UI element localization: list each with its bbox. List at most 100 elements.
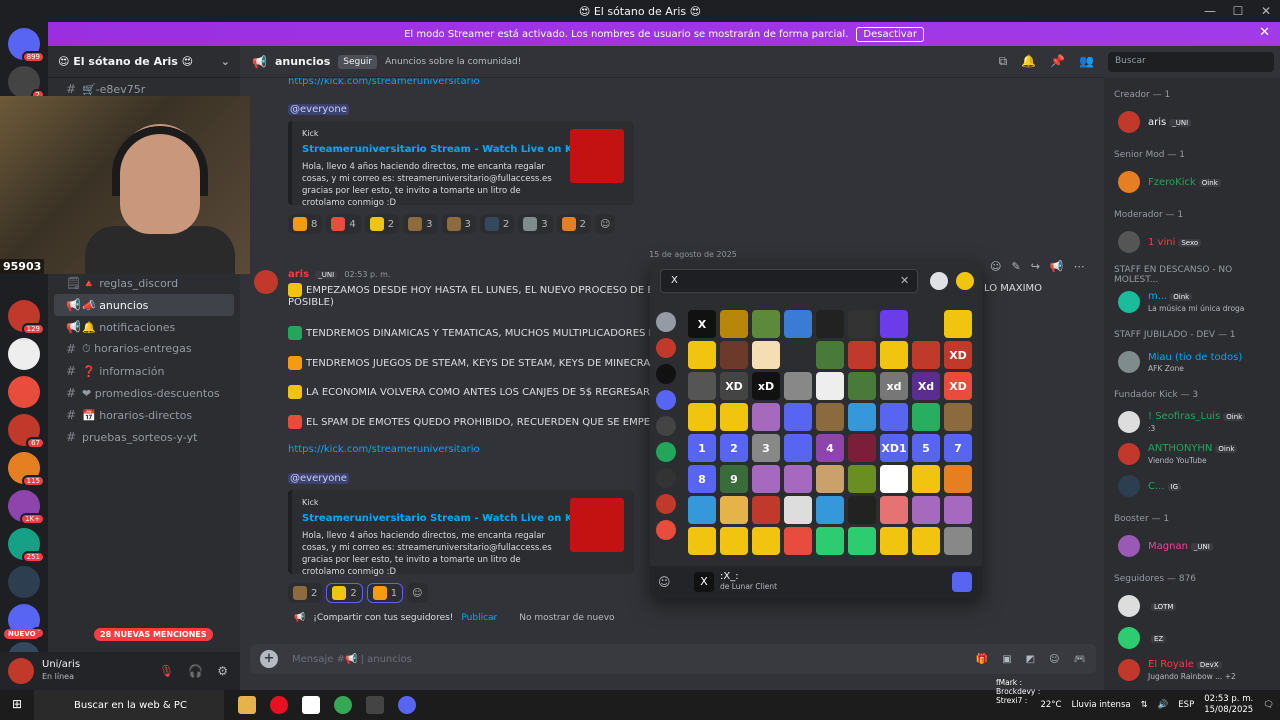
reaction[interactable]: 2 xyxy=(556,214,591,234)
server-emoji-icon[interactable] xyxy=(656,338,676,358)
stream-link[interactable]: https://kick.com/streameruniversitario xyxy=(288,78,480,87)
publish-link[interactable]: Publicar xyxy=(461,613,497,623)
everyone-mention[interactable]: @everyone xyxy=(288,473,349,484)
emoji-button[interactable]: xD xyxy=(752,372,780,400)
emoji-button[interactable] xyxy=(816,465,844,493)
emoji-button[interactable] xyxy=(848,341,876,369)
emoji-button[interactable] xyxy=(784,341,812,369)
member-item[interactable]: C... IG xyxy=(1104,470,1280,502)
emoji-button[interactable] xyxy=(880,496,908,524)
search-input[interactable]: Buscar xyxy=(1108,52,1274,72)
gear-icon[interactable]: ⚙ xyxy=(217,664,228,678)
emoji-button[interactable] xyxy=(880,310,908,338)
emoji-icon[interactable]: ☺ xyxy=(1049,654,1059,665)
dont-show-link[interactable]: No mostrar de nuevo xyxy=(519,613,614,623)
emoji-button[interactable]: 5 xyxy=(912,434,940,462)
members-icon[interactable]: 👥 xyxy=(1079,54,1094,69)
stream-link[interactable]: https://kick.com/streameruniversitario xyxy=(288,444,480,455)
emoji-button[interactable]: XD1 xyxy=(880,434,908,462)
emoji-button[interactable] xyxy=(880,527,908,555)
emoji-button[interactable]: 4 xyxy=(816,434,844,462)
message-author[interactable]: aris xyxy=(288,269,309,280)
emoji-button[interactable]: xd xyxy=(880,372,908,400)
emoji-button[interactable] xyxy=(752,527,780,555)
member-item[interactable]: aris _UNI xyxy=(1104,106,1280,138)
emoji-button[interactable] xyxy=(816,372,844,400)
emoji-button[interactable] xyxy=(784,465,812,493)
gift-icon[interactable]: 🎁 xyxy=(976,654,988,665)
emoji-button[interactable] xyxy=(688,527,716,555)
emoji-button[interactable] xyxy=(784,372,812,400)
publish-icon[interactable]: 📢 xyxy=(1050,260,1064,273)
server-icon[interactable]: 251 xyxy=(8,528,45,563)
language[interactable]: ESP xyxy=(1178,700,1194,710)
hand-icon[interactable] xyxy=(956,272,974,290)
notifications-icon[interactable]: 🗨 xyxy=(1263,700,1274,710)
member-item[interactable]: Magnan _UNI xyxy=(1104,530,1280,562)
channel-item[interactable]: # ⏱ horarios-entregas xyxy=(54,338,234,360)
emoji-button[interactable]: 3 xyxy=(752,434,780,462)
chrome-icon[interactable] xyxy=(334,696,352,714)
everyone-mention[interactable]: @everyone xyxy=(288,104,349,115)
emoji-button[interactable] xyxy=(912,310,940,338)
emoji-button[interactable] xyxy=(944,527,972,555)
emoji-button[interactable] xyxy=(912,496,940,524)
emoji-button[interactable]: 1 xyxy=(688,434,716,462)
emoji-button[interactable] xyxy=(784,434,812,462)
emoji-button[interactable] xyxy=(816,496,844,524)
gif-icon[interactable]: ▣ xyxy=(1002,654,1011,665)
kick-icon[interactable] xyxy=(656,364,676,384)
emoji-button[interactable] xyxy=(752,310,780,338)
mute-icon[interactable]: 🎙 xyxy=(159,664,174,678)
emoji-button[interactable] xyxy=(784,527,812,555)
bell-icon[interactable]: 🔔 xyxy=(1021,54,1036,69)
emoji-button[interactable] xyxy=(720,403,748,431)
clock[interactable]: 02:53 p. m. 15/08/2025 xyxy=(1204,694,1253,716)
member-item[interactable]: Miau (tio de todos) AFK Zone xyxy=(1104,346,1280,378)
follow-button[interactable]: Seguir xyxy=(338,54,378,69)
emoji-button[interactable] xyxy=(784,403,812,431)
emoji-button[interactable]: Xd xyxy=(912,372,940,400)
emoji-button[interactable] xyxy=(848,496,876,524)
server-emoji-icon[interactable] xyxy=(656,468,676,488)
add-reaction-icon[interactable]: ☺ xyxy=(990,260,1001,273)
member-item[interactable]: FzeroKick Oink xyxy=(1104,166,1280,198)
emoji-button[interactable] xyxy=(944,310,972,338)
emoji-button[interactable] xyxy=(720,527,748,555)
reaction[interactable]: 1 xyxy=(366,583,404,603)
emoji-button[interactable] xyxy=(880,341,908,369)
guild-header[interactable]: 😍 El sótano de Aris 😍 ⌄ xyxy=(48,46,240,78)
reaction[interactable]: 3 xyxy=(403,214,438,234)
attach-button[interactable]: + xyxy=(260,650,278,668)
member-item[interactable]: m... Oink La música mi única droga xyxy=(1104,286,1280,318)
channel-item[interactable]: # 📅 horarios-directos xyxy=(54,404,234,426)
emoji-button[interactable]: 7 xyxy=(944,434,972,462)
more-icon[interactable]: ⋯ xyxy=(1074,260,1085,273)
emoji-button[interactable] xyxy=(816,341,844,369)
emoji-button[interactable] xyxy=(912,527,940,555)
emoji-button[interactable]: XD xyxy=(944,372,972,400)
emoji-button[interactable] xyxy=(912,403,940,431)
maximize-button[interactable]: ☐ xyxy=(1224,0,1252,22)
emoji-button[interactable] xyxy=(880,403,908,431)
add-reaction-button[interactable]: ☺ xyxy=(407,583,428,603)
emoji-button[interactable] xyxy=(688,341,716,369)
server-emoji-icon[interactable] xyxy=(656,494,676,514)
channel-item[interactable]: 🗒 🔺 reglas_discord xyxy=(54,272,234,294)
emoji-button[interactable] xyxy=(752,403,780,431)
emoji-button[interactable] xyxy=(752,496,780,524)
reaction[interactable]: 2 xyxy=(326,583,363,603)
threads-icon[interactable]: ⧉ xyxy=(999,54,1008,69)
emoji-button[interactable] xyxy=(784,310,812,338)
windows-start-icon[interactable]: ⊞ xyxy=(12,697,22,711)
emoji-button[interactable] xyxy=(720,341,748,369)
emoji-button[interactable] xyxy=(848,465,876,493)
emoji-button[interactable] xyxy=(944,403,972,431)
apps-icon[interactable]: 🎮 xyxy=(1074,654,1086,665)
server-icon[interactable]: 67 xyxy=(8,414,45,449)
close-window-button[interactable]: ✕ xyxy=(1252,0,1280,22)
server-emoji-icon[interactable] xyxy=(656,520,676,540)
reaction[interactable]: 2 xyxy=(288,583,323,603)
emoji-button[interactable] xyxy=(784,496,812,524)
reply-icon[interactable]: ↪ xyxy=(1031,260,1040,273)
